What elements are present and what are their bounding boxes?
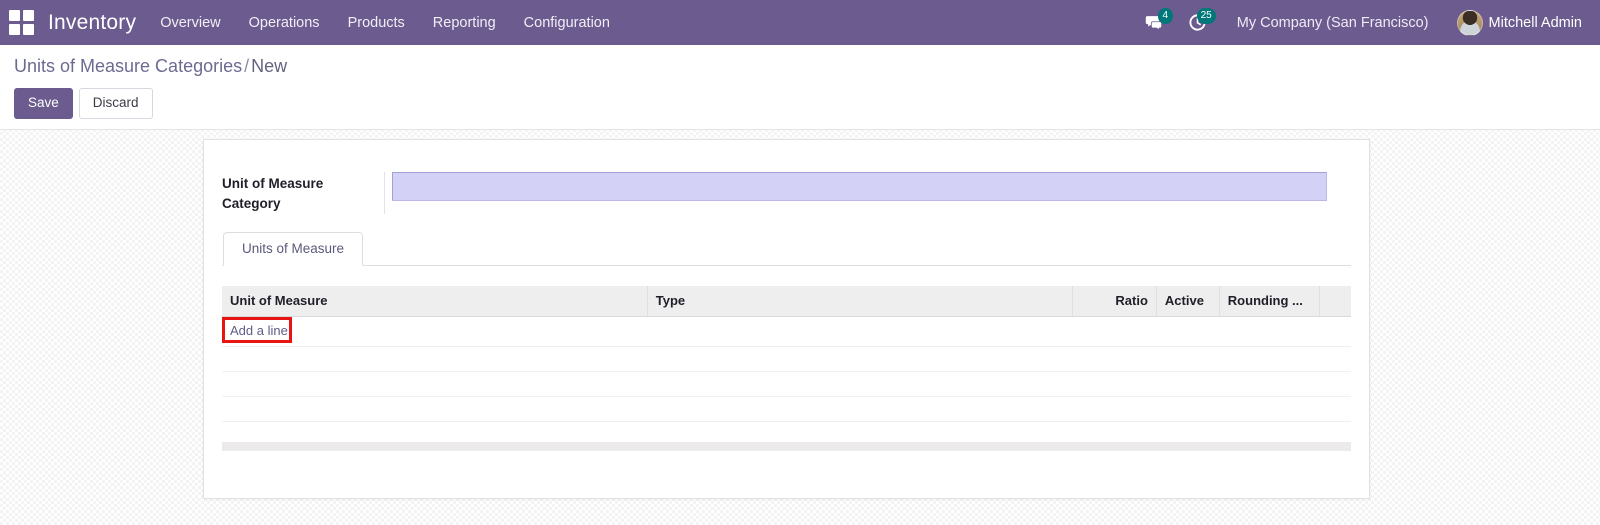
column-header-type[interactable]: Type [647,285,1074,317]
empty-cell [222,371,1351,397]
form-action-buttons: Save Discard [14,87,1586,119]
column-header-rounding-precision[interactable]: Rounding ... [1219,285,1321,317]
units-of-measure-list: Unit of Measure Type Ratio Active Roundi… [222,285,1351,422]
menu-item-configuration[interactable]: Configuration [510,3,624,43]
user-avatar-icon [1456,9,1483,36]
column-header-unit-of-measure[interactable]: Unit of Measure [222,285,648,317]
empty-list-row [222,396,1351,422]
column-header-active[interactable]: Active [1156,285,1220,317]
app-brand-inventory[interactable]: Inventory [42,11,146,35]
apps-grid-icon[interactable] [8,10,34,36]
empty-cell [222,346,1351,372]
menu-item-operations[interactable]: Operations [235,3,334,43]
list-footer-bar [222,441,1351,451]
breadcrumb-separator: / [244,56,250,76]
content-area: Unit of Measure Category Units of Measur… [0,130,1600,522]
list-header-row: Unit of Measure Type Ratio Active Roundi… [222,285,1351,317]
add-line-row: Add a line [222,316,1351,347]
main-menu: Overview Operations Products Reporting C… [146,3,624,43]
apps-grid-square [8,10,20,21]
activities-menu[interactable]: 25 [1180,7,1219,38]
breadcrumb-root-link[interactable]: Units of Measure Categories [14,56,242,76]
top-navbar: Inventory Overview Operations Products R… [0,0,1600,45]
field-group-uom-category: Unit of Measure Category [222,171,1351,214]
user-menu-label: Mitchell Admin [1488,14,1582,31]
discard-button[interactable]: Discard [78,87,153,119]
messages-menu[interactable]: 4 [1137,7,1176,38]
uom-category-label: Unit of Measure Category [222,175,324,211]
list-body: Add a line [222,316,1351,422]
empty-cell [222,396,1351,422]
empty-list-row [222,346,1351,372]
apps-grid-square [22,24,34,35]
menu-item-products[interactable]: Products [334,3,419,43]
notebook-tab-strip: Units of Measure [222,231,1351,266]
company-switcher[interactable]: My Company (San Francisco) [1223,3,1443,43]
breadcrumb-current: New [251,56,288,76]
uom-category-name-input[interactable] [392,171,1327,201]
control-panel: Units of Measure Categories / New Save Dis… [0,45,1600,130]
add-a-line-button[interactable]: Add a line [224,318,294,343]
form-sheet: Unit of Measure Category Units of Measur… [203,138,1370,499]
column-header-options[interactable] [1319,285,1351,317]
save-button[interactable]: Save [14,87,73,119]
apps-grid-square [22,10,34,21]
messages-badge-count: 4 [1157,8,1173,24]
apps-grid-square [8,24,20,35]
add-line-cell: Add a line [222,316,1351,347]
user-menu[interactable]: Mitchell Admin [1447,4,1586,42]
column-header-ratio[interactable]: Ratio [1072,285,1157,317]
menu-item-overview[interactable]: Overview [146,3,234,43]
uom-category-field-wrap [384,171,1351,214]
notebook: Units of Measure Unit of Measure Type Ra… [222,231,1351,451]
empty-list-row [222,371,1351,397]
activities-badge-count: 25 [1196,8,1216,24]
navbar-right-group: 4 25 My Company (San Francisco) Mitchell… [1137,3,1586,43]
tab-units-of-measure[interactable]: Units of Measure [223,231,364,266]
breadcrumb: Units of Measure Categories / New [14,56,1586,77]
menu-item-reporting[interactable]: Reporting [419,3,510,43]
